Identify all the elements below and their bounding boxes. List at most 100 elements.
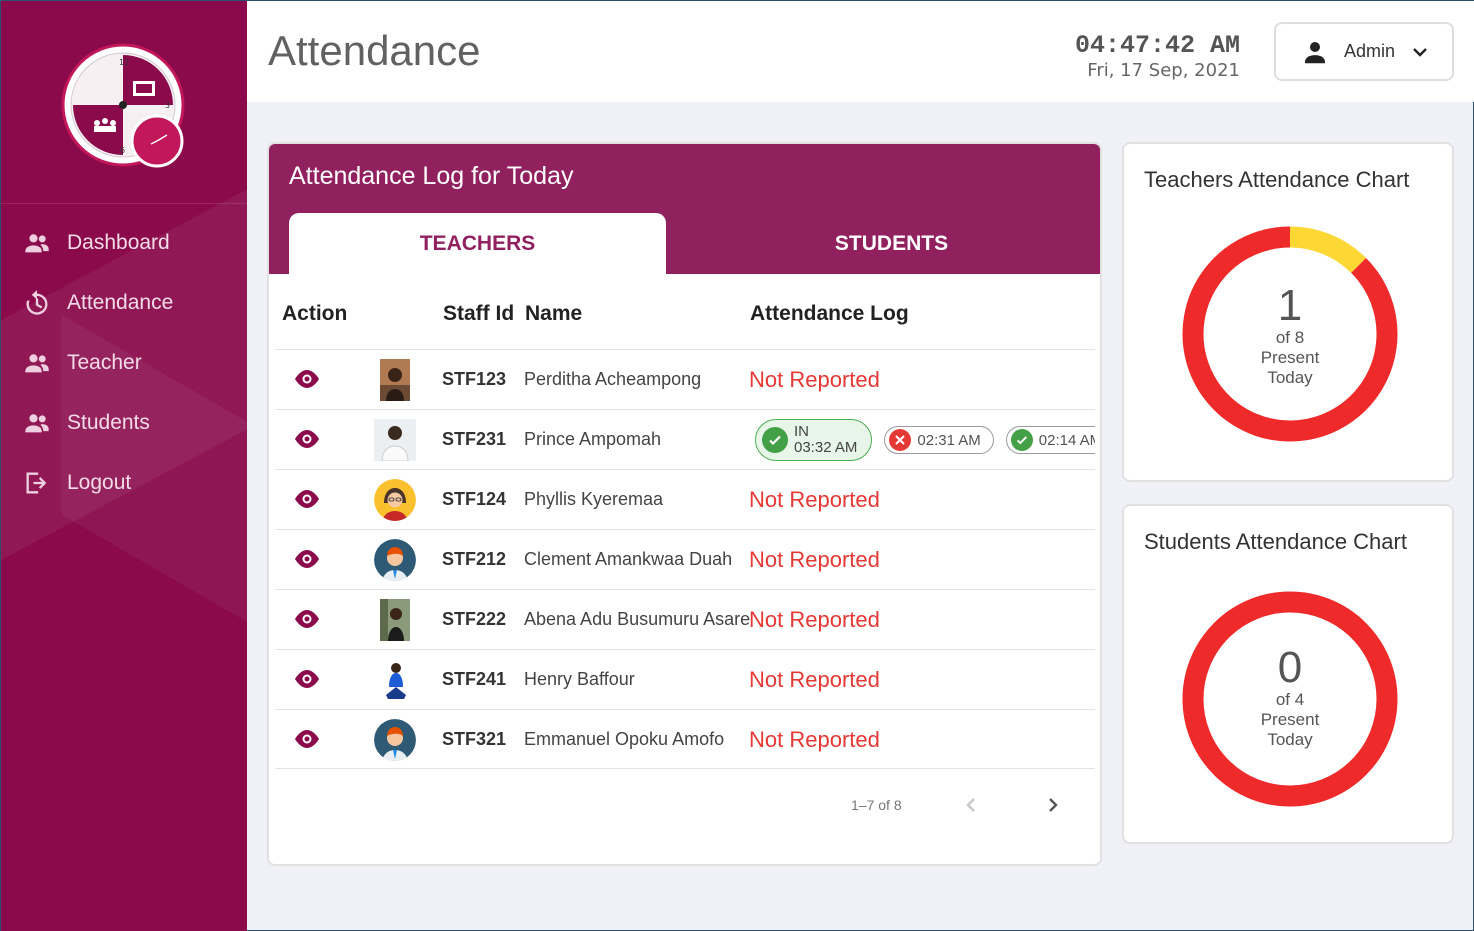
view-eye-icon[interactable] bbox=[292, 667, 322, 691]
present-count: 0 bbox=[1277, 643, 1303, 692]
user-menu-button[interactable]: Admin bbox=[1274, 22, 1454, 81]
check-in-time: 03:32 AM bbox=[794, 439, 858, 456]
top-header: Attendance 04:47:42 AM Fri, 17 Sep, 2021… bbox=[247, 1, 1474, 102]
people-icon bbox=[25, 414, 49, 433]
check-out-time: 02:31 AM bbox=[917, 431, 981, 449]
sidebar-item-students[interactable]: Students bbox=[1, 393, 247, 453]
user-name: Admin bbox=[1344, 41, 1396, 61]
staff-name: Prince Ampomah bbox=[524, 429, 662, 449]
sidebar-item-label: Teacher bbox=[67, 351, 142, 374]
sidebar-item-teacher[interactable]: Teacher bbox=[1, 333, 247, 393]
staff-id: STF123 bbox=[442, 369, 507, 389]
check-circle-icon bbox=[1010, 429, 1033, 451]
cancel-circle-icon bbox=[889, 429, 912, 451]
donut-center-text: 0 of 4 Present Today bbox=[1180, 646, 1400, 750]
column-header-name[interactable]: Name bbox=[525, 302, 582, 326]
donut-center-text: 1 of 8 Present Today bbox=[1180, 284, 1400, 388]
tab-teachers[interactable]: TEACHERS bbox=[289, 213, 666, 274]
female-avatar-icon bbox=[374, 479, 416, 521]
svg-text:3: 3 bbox=[165, 101, 170, 110]
present-count: 1 bbox=[1277, 281, 1303, 330]
table-row: STF212 Clement Amankwaa Duah Not Reporte… bbox=[275, 529, 1095, 589]
staff-id: STF321 bbox=[442, 729, 507, 749]
view-eye-icon[interactable] bbox=[292, 427, 322, 451]
staff-id: STF241 bbox=[442, 669, 507, 689]
view-eye-icon[interactable] bbox=[292, 547, 322, 571]
attendance-log-title: Attendance Log for Today bbox=[289, 162, 574, 190]
column-header-action[interactable]: Action bbox=[282, 302, 347, 326]
person-icon bbox=[1305, 41, 1325, 63]
sidebar-item-attendance[interactable]: Attendance bbox=[1, 273, 247, 333]
page-title: Attendance bbox=[268, 27, 481, 74]
logout-icon bbox=[26, 472, 47, 494]
attendance-log-header: Attendance Log for Today TEACHERS STUDEN… bbox=[269, 144, 1100, 274]
view-eye-icon[interactable] bbox=[292, 607, 322, 631]
sidebar-item-logout[interactable]: Logout bbox=[1, 453, 247, 513]
sidebar-item-label: Students bbox=[67, 411, 150, 434]
table-row: STF231 Prince Ampomah IN 03:32 AM 02:31 A… bbox=[275, 409, 1095, 469]
status-not-reported: Not Reported bbox=[749, 607, 880, 632]
staff-name: Clement Amankwaa Duah bbox=[524, 549, 733, 569]
check-ok-chip[interactable]: 02:14 AM bbox=[1005, 426, 1095, 454]
staff-name: Henry Baffour bbox=[524, 669, 635, 689]
status-not-reported: Not Reported bbox=[749, 547, 880, 572]
column-header-staff-id[interactable]: Staff Id bbox=[443, 302, 514, 326]
avatar bbox=[380, 659, 410, 701]
table-row: STF124 Phyllis Kyeremaa Not Reported bbox=[275, 469, 1095, 529]
staff-id: STF231 bbox=[442, 429, 507, 449]
check-in-label: IN bbox=[794, 423, 809, 440]
view-eye-icon[interactable] bbox=[292, 727, 322, 751]
people-icon bbox=[25, 234, 49, 253]
donut-slice-present bbox=[1289, 226, 1367, 274]
chevron-right-icon[interactable] bbox=[1043, 796, 1061, 814]
status-not-reported: Not Reported bbox=[749, 367, 880, 392]
tab-students[interactable]: STUDENTS bbox=[703, 213, 1080, 274]
teachers-table: STF123 Perditha Acheampong Not Reported … bbox=[275, 349, 1095, 769]
sidebar-item-label: Logout bbox=[67, 471, 132, 494]
clock-time: 04:47:42 AM bbox=[1074, 31, 1240, 60]
avatar bbox=[374, 419, 416, 461]
clock-date: Fri, 17 Sep, 2021 bbox=[1087, 60, 1240, 81]
check-in-chip[interactable]: IN 03:32 AM bbox=[755, 419, 873, 461]
sidebar-item-dashboard[interactable]: Dashboard bbox=[1, 213, 247, 273]
sidebar-nav: Dashboard Attendance Teacher Students Lo… bbox=[1, 213, 247, 513]
svg-text:6: 6 bbox=[120, 146, 125, 155]
male-avatar-icon bbox=[374, 719, 416, 761]
present-label: Present bbox=[1260, 348, 1320, 367]
sidebar-item-label: Attendance bbox=[67, 291, 174, 314]
table-row: STF241 Henry Baffour Not Reported bbox=[275, 649, 1095, 709]
students-chart-card: Students Attendance Chart 0 of 4 Present… bbox=[1122, 504, 1454, 844]
staff-name: Emmanuel Opoku Amofo bbox=[524, 729, 725, 749]
chart-title: Teachers Attendance Chart bbox=[1144, 167, 1410, 192]
svg-text:12: 12 bbox=[119, 58, 129, 67]
status-not-reported: Not Reported bbox=[749, 487, 880, 512]
check-circle-icon bbox=[762, 427, 788, 453]
view-eye-icon[interactable] bbox=[292, 367, 322, 391]
avatar bbox=[380, 359, 410, 401]
staff-name: Perditha Acheampong bbox=[524, 369, 702, 389]
table-row: STF321 Emmanuel Opoku Amofo Not Reported bbox=[275, 709, 1095, 769]
check-out-chip[interactable]: 02:31 AM bbox=[884, 426, 994, 454]
sidebar-item-label: Dashboard bbox=[67, 231, 170, 254]
total-count: of 8 bbox=[1275, 328, 1305, 347]
view-eye-icon[interactable] bbox=[292, 487, 322, 511]
today-label: Today bbox=[1267, 368, 1313, 387]
refresh-clock-icon bbox=[26, 290, 48, 315]
present-label: Present bbox=[1260, 710, 1320, 729]
attendance-entries: IN03:32 AM 02:31 AM 02:14 AM bbox=[755, 418, 1095, 462]
table-row: STF123 Perditha Acheampong Not Reported bbox=[275, 349, 1095, 409]
total-count: of 4 bbox=[1275, 690, 1305, 709]
column-header-attendance-log[interactable]: Attendance Log bbox=[750, 302, 909, 326]
today-label: Today bbox=[1267, 730, 1313, 749]
status-not-reported: Not Reported bbox=[749, 667, 880, 692]
staff-name: Phyllis Kyeremaa bbox=[524, 489, 664, 509]
teachers-chart-card: Teachers Attendance Chart 1 of 8 Present… bbox=[1122, 142, 1454, 482]
staff-name: Abena Adu Busumuru Asare bbox=[524, 609, 751, 629]
sidebar: 12 3 6 Dashboard Attendance Teacher Stud… bbox=[1, 1, 247, 931]
sidebar-divider bbox=[1, 203, 247, 204]
staff-id: STF212 bbox=[442, 549, 507, 569]
chevron-left-icon[interactable] bbox=[963, 796, 981, 814]
attendance-log-card: Attendance Log for Today TEACHERS STUDEN… bbox=[267, 142, 1102, 866]
chart-title: Students Attendance Chart bbox=[1144, 529, 1407, 554]
status-not-reported: Not Reported bbox=[749, 727, 880, 752]
